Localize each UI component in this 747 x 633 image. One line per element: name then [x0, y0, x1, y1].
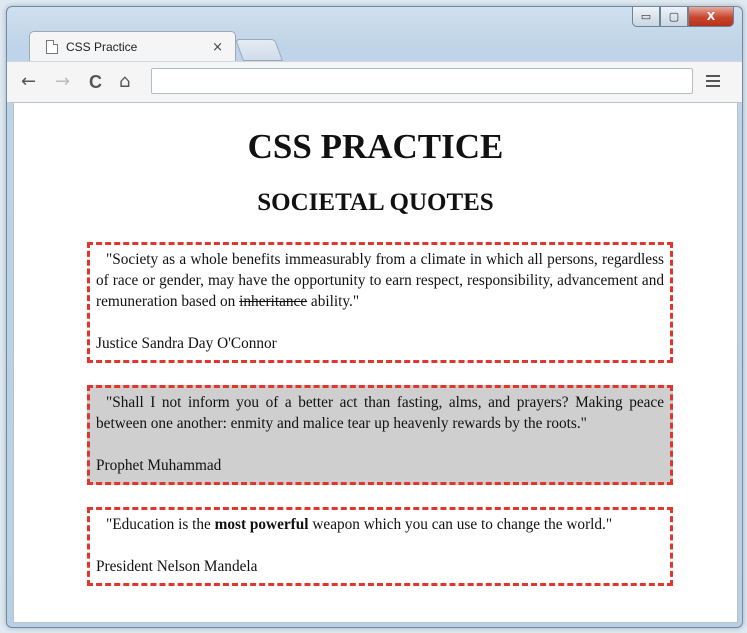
- quote-text: "Society as a whole benefits immeasurabl…: [96, 249, 664, 312]
- page-subtitle: SOCIETAL QUOTES: [257, 189, 494, 216]
- address-bar[interactable]: [151, 68, 693, 94]
- page-viewport: CSS PRACTICE SOCIETAL QUOTES "Society as…: [13, 102, 738, 623]
- browser-window: ▭ ▢ X CSS Practice × ← → C ⌂ CSS PRACTIC…: [6, 6, 743, 628]
- menu-icon[interactable]: [706, 75, 720, 87]
- quote-author: Prophet Muhammad: [96, 457, 222, 474]
- close-window-button[interactable]: X: [688, 7, 734, 27]
- window-controls: ▭ ▢ X: [632, 7, 734, 27]
- tab-close-icon[interactable]: ×: [212, 40, 223, 55]
- home-icon[interactable]: ⌂: [119, 71, 130, 93]
- quote-text-part: weapon which you can use to change the w…: [308, 516, 613, 533]
- forward-arrow-icon[interactable]: →: [55, 71, 70, 93]
- new-tab-button[interactable]: [234, 39, 284, 61]
- quote-text: "Education is the most powerful weapon w…: [96, 514, 664, 535]
- quote-box-mandela: "Education is the most powerful weapon w…: [87, 507, 673, 586]
- minimize-button[interactable]: ▭: [632, 7, 660, 27]
- quote-box-oconnor: "Society as a whole benefits immeasurabl…: [87, 242, 673, 363]
- tab-title: CSS Practice: [66, 40, 138, 54]
- tab-css-practice[interactable]: CSS Practice ×: [29, 31, 236, 62]
- quote-text-part: ability.": [307, 293, 360, 310]
- page-icon: [46, 40, 58, 54]
- back-arrow-icon[interactable]: ←: [21, 71, 36, 93]
- bold-phrase: most powerful: [214, 516, 309, 533]
- quote-text-part: "Society as a whole benefits immeasurabl…: [96, 251, 664, 310]
- page-title: CSS PRACTICE: [247, 127, 504, 166]
- quote-box-muhammad: "Shall I not inform you of a better act …: [87, 385, 673, 485]
- quote-author: Justice Sandra Day O'Connor: [96, 335, 277, 352]
- quote-author: President Nelson Mandela: [96, 558, 258, 575]
- maximize-button[interactable]: ▢: [660, 7, 688, 27]
- quote-text-part: "Education is the: [106, 516, 215, 533]
- struck-word: inheritance: [239, 293, 308, 310]
- quote-text: "Shall I not inform you of a better act …: [96, 394, 664, 432]
- reload-icon[interactable]: C: [89, 71, 102, 93]
- tab-strip: CSS Practice ×: [17, 31, 617, 62]
- browser-toolbar: ← → C ⌂: [7, 61, 742, 103]
